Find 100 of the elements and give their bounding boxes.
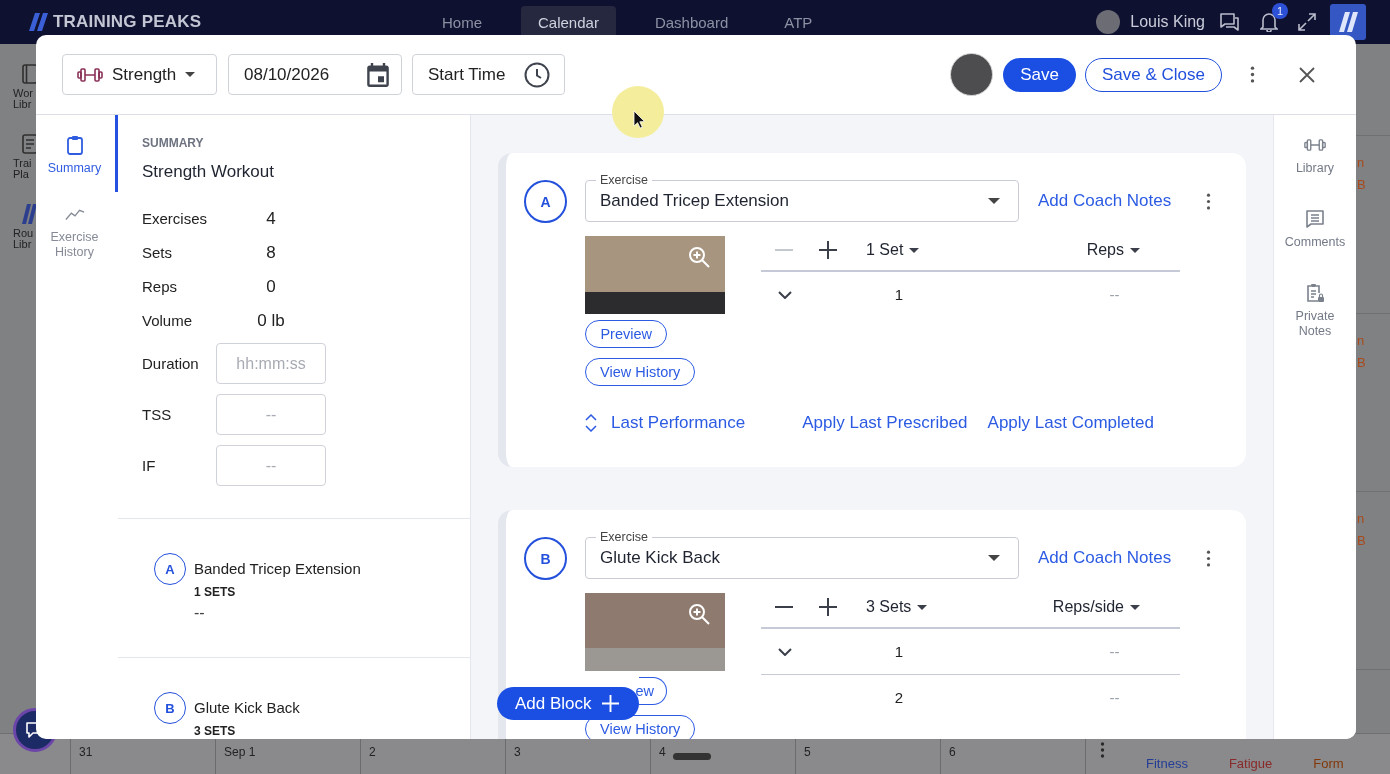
view-history-button[interactable]: View History <box>585 358 696 386</box>
caret-icon <box>988 198 1000 204</box>
field-label: TSS <box>142 404 173 425</box>
bell-icon[interactable] <box>1260 12 1278 32</box>
input-field[interactable]: hh:mm:ss <box>216 343 326 384</box>
rail-item[interactable]: Private Notes <box>1283 283 1347 339</box>
input-field[interactable]: -- <box>216 394 326 435</box>
nav-tab[interactable]: ATP <box>767 6 830 38</box>
rail-item[interactable]: Comments <box>1284 209 1346 250</box>
notes-lock-icon <box>1304 283 1326 303</box>
exercise-select[interactable]: Exercise Banded Tricep Extension <box>585 173 1019 222</box>
caret-icon <box>1130 604 1140 610</box>
view-history-button[interactable]: View History <box>585 715 696 739</box>
stat-value: 0 lb <box>256 310 286 332</box>
sidebar-link[interactable]: Rou Libr <box>13 204 38 250</box>
start-time-field[interactable]: Start Time <box>412 54 565 95</box>
user-avatar[interactable] <box>1096 10 1121 34</box>
last-performance-toggle[interactable]: Last Performance <box>585 413 746 433</box>
field-label: Exercise <box>599 173 649 187</box>
block-letter: A <box>524 180 567 223</box>
notification-badge: 1 <box>1272 3 1288 19</box>
calendar-entry-text: B <box>1357 176 1366 194</box>
field-label: Duration <box>142 353 200 374</box>
set-number: 1 <box>893 643 905 660</box>
close-icon[interactable] <box>1299 66 1315 83</box>
date-field[interactable]: 08/10/2026 <box>228 54 402 95</box>
legend-label: Fatigue <box>1228 756 1273 772</box>
caret-icon <box>909 247 920 253</box>
save-and-close-button[interactable]: Save & Close <box>1085 57 1222 92</box>
rail-item[interactable]: Library <box>1295 135 1335 176</box>
calendar-date: 4 <box>659 745 666 759</box>
more-icon[interactable] <box>1100 742 1105 758</box>
legend-label: Form <box>1313 756 1344 772</box>
calendar-date: 6 <box>949 745 956 759</box>
metric-dropdown[interactable]: Reps/side <box>1052 598 1140 616</box>
field-label: Exercise <box>599 530 649 544</box>
caret-icon <box>917 604 928 610</box>
plus-icon[interactable] <box>819 241 837 259</box>
apply-last-prescribed-link[interactable]: Apply Last Prescribed <box>802 413 968 433</box>
user-name[interactable]: Louis King <box>1130 13 1205 31</box>
chevron-down-icon[interactable] <box>778 647 792 656</box>
expand-icon[interactable] <box>1297 12 1317 32</box>
logo-text: TRAINING PEAKS <box>53 12 202 32</box>
clock-icon <box>524 61 550 88</box>
calendar-entry-text: n <box>1357 332 1365 350</box>
clipboard-icon <box>64 135 85 155</box>
side-tab[interactable]: Summary <box>36 115 118 192</box>
zoom-in-icon[interactable] <box>688 246 710 268</box>
workout-type-select[interactable]: Strength <box>62 54 217 95</box>
chat-icon[interactable] <box>1220 13 1240 31</box>
caret-icon <box>988 555 1000 561</box>
workout-title: Strength Workout <box>142 161 274 183</box>
input-field[interactable]: -- <box>216 445 326 486</box>
add-coach-notes-link[interactable]: Add Coach Notes <box>1038 537 1172 579</box>
sets-dropdown[interactable]: 1 Set <box>866 241 920 259</box>
app-tile-icon[interactable] <box>1330 4 1366 40</box>
more-icon[interactable] <box>1250 66 1255 83</box>
stat-value: 4 <box>265 208 277 230</box>
expand-collapse-icon <box>585 414 597 432</box>
plus-icon[interactable] <box>819 598 837 616</box>
more-icon[interactable] <box>1206 193 1211 210</box>
exercise-name[interactable]: Glute Kick Back <box>194 692 300 724</box>
more-icon[interactable] <box>1206 550 1211 567</box>
sets-count: 1 SETS <box>194 584 237 600</box>
zoom-in-icon[interactable] <box>688 603 710 625</box>
calendar-entry-text: B <box>1357 532 1366 550</box>
exercise-select[interactable]: Exercise Glute Kick Back <box>585 530 1019 579</box>
nav-tab[interactable]: Home <box>425 6 499 38</box>
chevron-down-icon[interactable] <box>778 290 792 299</box>
sets-count: 3 SETS <box>194 723 237 739</box>
metric-dropdown[interactable]: Reps <box>1086 241 1140 259</box>
save-button[interactable]: Save <box>1003 57 1076 92</box>
caret-icon <box>1130 247 1140 253</box>
preview-button[interactable]: Preview <box>585 320 667 348</box>
block-letter: B <box>524 537 567 580</box>
stat-value: 0 <box>265 276 277 298</box>
caret-icon <box>185 72 196 77</box>
calendar-icon[interactable] <box>367 62 389 87</box>
logo-icon <box>28 13 50 31</box>
sets-dropdown[interactable]: 3 Sets <box>866 598 928 616</box>
apply-last-completed-link[interactable]: Apply Last Completed <box>987 413 1154 433</box>
add-coach-notes-link[interactable]: Add Coach Notes <box>1038 180 1172 222</box>
set-value: -- <box>1108 689 1121 706</box>
set-number: 2 <box>893 689 905 706</box>
set-number: 1 <box>893 286 905 303</box>
scroll-handle[interactable] <box>673 753 711 760</box>
nav-tab[interactable]: Dashboard <box>637 6 746 38</box>
field-label: IF <box>142 455 157 476</box>
exercise-name[interactable]: Banded Tricep Extension <box>194 553 361 585</box>
calendar-date: 5 <box>804 745 811 759</box>
photo-placeholder[interactable] <box>585 236 725 314</box>
exercise-detail: -- <box>194 603 206 623</box>
calendar-entry-text: B <box>1357 354 1366 372</box>
avatar-placeholder <box>950 53 994 96</box>
section-heading: SUMMARY <box>142 135 204 151</box>
stat-label: Sets <box>142 243 173 263</box>
nav-tab[interactable]: Calendar <box>521 6 616 38</box>
comment-icon <box>1304 209 1326 229</box>
plus-icon <box>601 695 619 712</box>
stat-value: 8 <box>265 242 277 264</box>
